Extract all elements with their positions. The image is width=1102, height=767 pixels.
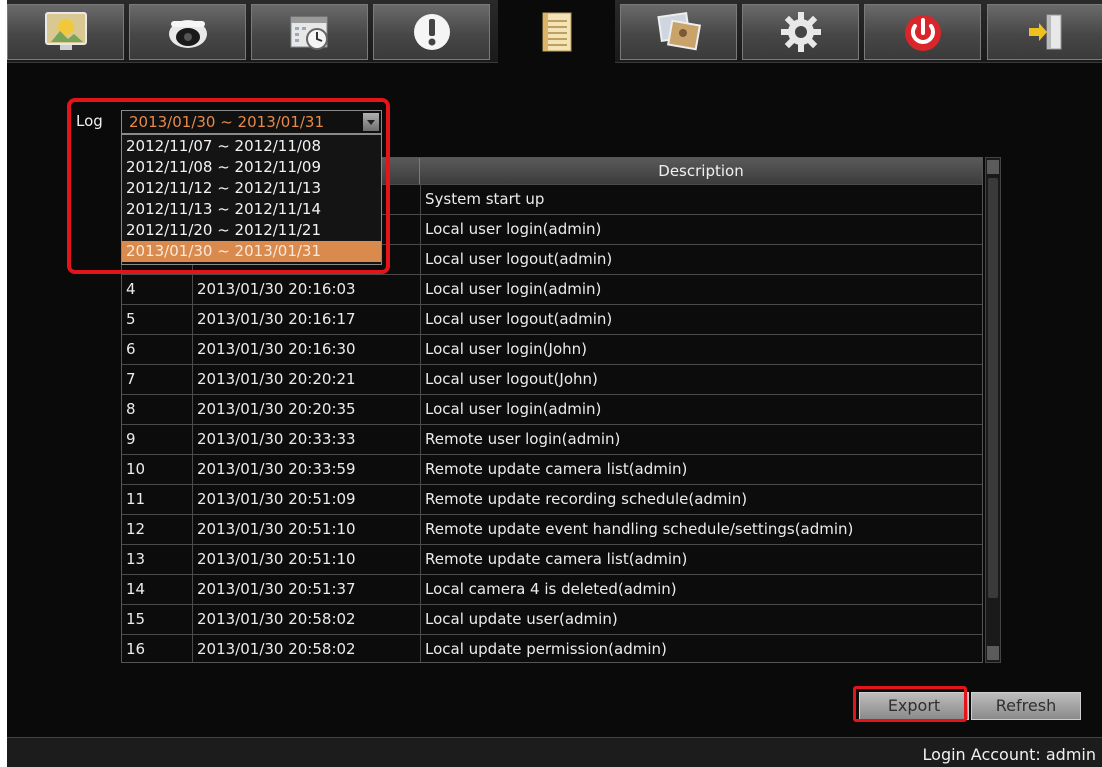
refresh-button[interactable]: Refresh xyxy=(971,692,1081,720)
logout-tab[interactable] xyxy=(987,4,1102,60)
alert-icon xyxy=(413,14,450,50)
row-timestamp: 2013/01/30 20:16:30 xyxy=(197,340,356,358)
row-number: 8 xyxy=(126,400,136,418)
table-row[interactable]: 11 2013/01/30 20:51:09 Remote update recor… xyxy=(122,484,982,514)
dropdown-highlight xyxy=(67,98,390,274)
row-timestamp: 2013/01/30 20:51:37 xyxy=(197,580,356,598)
row-timestamp: 2013/01/30 20:16:17 xyxy=(197,310,356,328)
log-screen: Log 2013/01/30 ~ 2013/01/31 Description … xyxy=(7,0,1102,767)
camera-tab[interactable] xyxy=(129,4,246,60)
row-number: 5 xyxy=(126,310,136,328)
row-timestamp: 2013/01/30 20:33:59 xyxy=(197,460,356,478)
export-highlight xyxy=(853,686,967,722)
row-number: 11 xyxy=(126,490,146,508)
row-description: Local user login(admin) xyxy=(425,280,602,298)
monitor-icon xyxy=(44,12,87,50)
settings-tab[interactable] xyxy=(742,4,859,60)
playback-tab[interactable] xyxy=(620,4,737,60)
table-row[interactable]: 5 2013/01/30 20:16:17 Local user logout(ad… xyxy=(122,304,982,334)
scroll-down-button[interactable] xyxy=(987,646,999,660)
row-description: Local user login(admin) xyxy=(425,400,602,418)
power-icon xyxy=(904,15,941,51)
status-bar: Login Account: admin xyxy=(7,737,1102,767)
row-timestamp: 2013/01/30 20:20:21 xyxy=(197,370,356,388)
table-row[interactable]: 8 2013/01/30 20:20:35 Local user login(adm… xyxy=(122,394,982,424)
log-document-icon xyxy=(542,12,571,51)
table-row[interactable]: 4 2013/01/30 20:16:03 Local user login(adm… xyxy=(122,274,982,304)
power-tab[interactable] xyxy=(864,4,981,60)
row-number: 12 xyxy=(126,520,146,538)
row-description: Local user logout(John) xyxy=(425,370,598,388)
table-row[interactable]: 7 2013/01/30 20:20:21 Local user logout(Jo… xyxy=(122,364,982,394)
table-row[interactable]: 14 2013/01/30 20:51:37 Local camera 4 is d… xyxy=(122,574,982,604)
row-description: Local user logout(admin) xyxy=(425,310,613,328)
row-description: System start up xyxy=(425,190,545,208)
row-timestamp: 2013/01/30 20:58:02 xyxy=(197,610,356,628)
table-row[interactable]: 12 2013/01/30 20:51:10 Remote update event… xyxy=(122,514,982,544)
row-number: 7 xyxy=(126,370,136,388)
row-description: Local camera 4 is deleted(admin) xyxy=(425,580,677,598)
schedule-tab[interactable] xyxy=(251,4,368,60)
table-row[interactable]: 6 2013/01/30 20:16:30 Local user login(Joh… xyxy=(122,334,982,364)
row-description: Local update user(admin) xyxy=(425,610,618,628)
row-number: 15 xyxy=(126,610,146,628)
dome-camera-icon xyxy=(168,20,207,48)
row-description: Local user login(admin) xyxy=(425,220,602,238)
header-description[interactable]: Description xyxy=(420,158,982,184)
row-description: Local user login(John) xyxy=(425,340,587,358)
photos-icon xyxy=(656,12,701,51)
log-tab[interactable] xyxy=(498,0,615,63)
row-description: Remote update recording schedule(admin) xyxy=(425,490,748,508)
row-number: 9 xyxy=(126,430,136,448)
table-row[interactable]: 13 2013/01/30 20:51:10 Remote update camer… xyxy=(122,544,982,574)
row-number: 16 xyxy=(126,640,146,658)
row-number: 10 xyxy=(126,460,146,478)
live-view-tab[interactable] xyxy=(7,4,124,60)
row-number: 14 xyxy=(126,580,146,598)
row-number: 13 xyxy=(126,550,146,568)
table-scrollbar[interactable] xyxy=(985,157,1001,663)
scroll-thumb[interactable] xyxy=(988,178,998,598)
row-description: Local update permission(admin) xyxy=(425,640,667,658)
row-timestamp: 2013/01/30 20:33:33 xyxy=(197,430,356,448)
row-timestamp: 2013/01/30 20:16:03 xyxy=(197,280,356,298)
row-description: Local user logout(admin) xyxy=(425,250,613,268)
event-tab[interactable] xyxy=(373,4,490,60)
table-row[interactable]: 16 2013/01/30 20:58:02 Local update permis… xyxy=(122,634,982,664)
row-number: 6 xyxy=(126,340,136,358)
row-timestamp: 2013/01/30 20:20:35 xyxy=(197,400,356,418)
row-description: Remote update camera list(admin) xyxy=(425,550,688,568)
table-row[interactable]: 9 2013/01/30 20:33:33 Remote user login(ad… xyxy=(122,424,982,454)
row-timestamp: 2013/01/30 20:51:10 xyxy=(197,550,356,568)
row-description: Remote update camera list(admin) xyxy=(425,460,688,478)
table-row[interactable]: 10 2013/01/30 20:33:59 Remote update camer… xyxy=(122,454,982,484)
main-toolbar xyxy=(7,0,1102,63)
row-description: Remote update event handling schedule/se… xyxy=(425,520,854,538)
login-account-text: Login Account: admin xyxy=(922,745,1096,764)
calendar-clock-icon xyxy=(290,16,328,50)
table-row[interactable]: 15 2013/01/30 20:58:02 Local update user(a… xyxy=(122,604,982,634)
row-description: Remote user login(admin) xyxy=(425,430,621,448)
row-number: 4 xyxy=(126,280,136,298)
row-timestamp: 2013/01/30 20:51:09 xyxy=(197,490,356,508)
row-timestamp: 2013/01/30 20:58:02 xyxy=(197,640,356,658)
scroll-up-button[interactable] xyxy=(987,160,999,174)
exit-door-icon xyxy=(1028,14,1061,50)
gear-icon xyxy=(780,12,821,52)
row-timestamp: 2013/01/30 20:51:10 xyxy=(197,520,356,538)
